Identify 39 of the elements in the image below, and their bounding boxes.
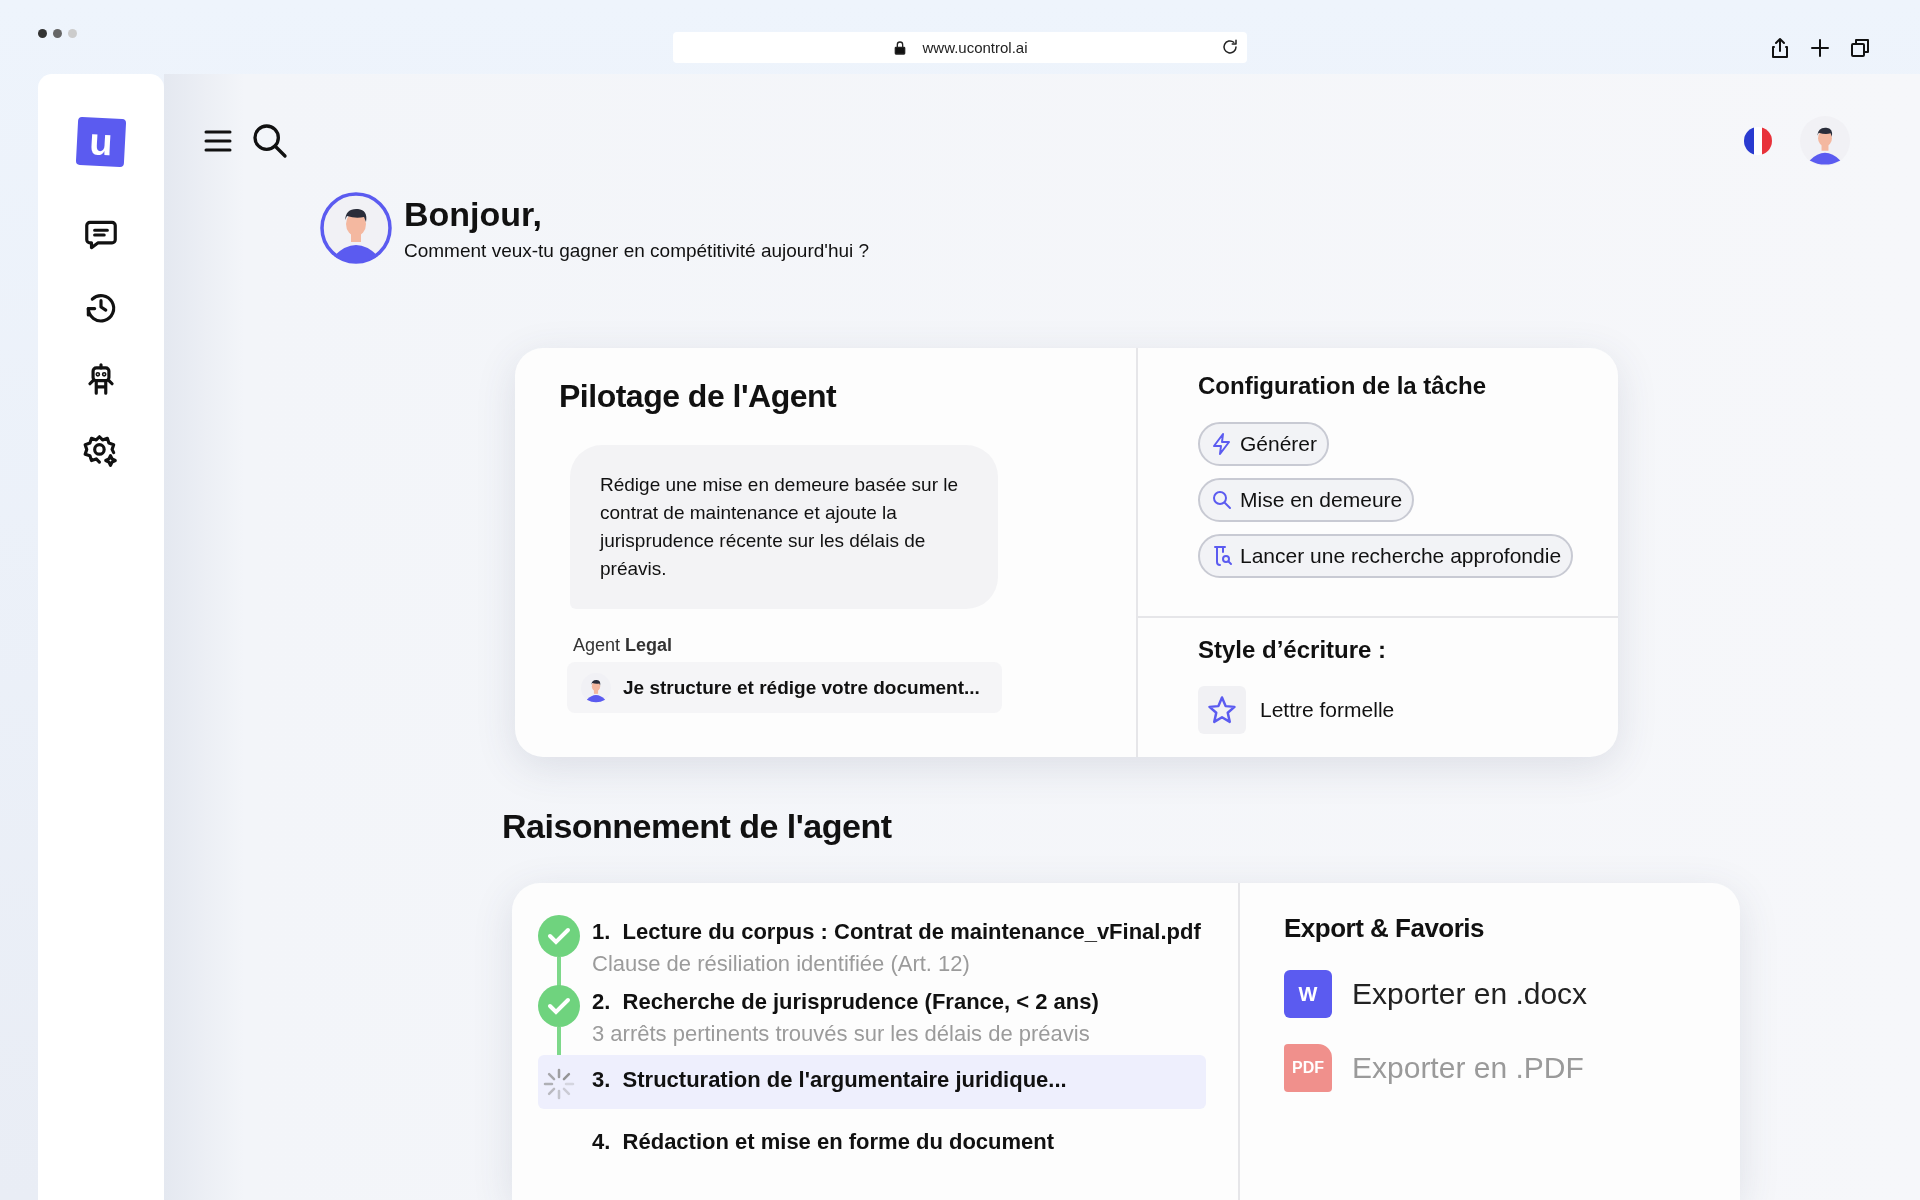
address-bar[interactable]: www.ucontrol.ai — [673, 32, 1247, 63]
greeting-subtitle: Comment veux-tu gagner en compétitivité aujourd'hui ? — [404, 239, 870, 262]
window-dot[interactable] — [68, 29, 77, 38]
step-detail: Clause de résiliation identifiée (Art. 12) — [592, 950, 971, 978]
plus-icon[interactable] — [1808, 36, 1832, 60]
prompt-bubble: Rédige une mise en demeure basée sur le contrat de maintenance et ajoute la jurisprudence récente sur les délais de préavis. — [570, 445, 998, 609]
section-title: Export & Favoris — [1284, 913, 1486, 944]
option-chip[interactable]: Générer — [1198, 422, 1330, 466]
settings-icon[interactable] — [82, 432, 120, 470]
section-title: Configuration de la tâche — [1198, 372, 1488, 400]
step-label: 1. Lecture du corpus : Contrat de maintenance_vFinal.pdf — [592, 918, 1202, 946]
avatar — [320, 192, 392, 264]
option-chip[interactable]: Mise en demeure — [1198, 478, 1415, 522]
option-chip[interactable]: Lancer une recherche approfondie — [1198, 534, 1574, 578]
agent-label: Agent Legal — [573, 635, 674, 656]
reload-icon[interactable] — [1221, 38, 1239, 56]
logo[interactable]: u — [75, 116, 127, 168]
word-file-icon[interactable]: W — [1284, 970, 1332, 1018]
card-title: Pilotage de l'Agent — [559, 378, 838, 415]
star-icon-box[interactable] — [1198, 686, 1246, 734]
step-label: 4. Rédaction et mise en forme du document — [592, 1128, 1056, 1156]
tabs-icon[interactable] — [1848, 36, 1872, 60]
step-detail: 3 arrêts pertinents trouvés sur les délais de préavis — [592, 1020, 1091, 1048]
search-icon[interactable] — [250, 121, 290, 161]
star-icon — [1207, 695, 1237, 725]
step-label: 2. Recherche de jurisprudence (France, < 2 ans) — [592, 988, 1100, 1016]
export-link[interactable]: Exporter en .docx — [1352, 977, 1588, 1011]
window-dot[interactable] — [38, 29, 47, 38]
section-heading: Raisonnement de l'agent — [502, 807, 893, 846]
status-text: Je structure et rédige votre document... — [623, 676, 980, 699]
window-dot[interactable] — [53, 29, 62, 38]
step-label: 3. Structuration de l'argumentaire juridique... — [592, 1066, 1068, 1094]
greeting-title: Bonjour, — [404, 194, 543, 234]
french-flag-icon[interactable] — [1744, 127, 1772, 155]
url-text: www.ucontrol.ai — [922, 39, 1028, 56]
search-icon — [1210, 488, 1234, 512]
style-option: Lettre formelle — [1260, 698, 1395, 722]
section-title: Style d’écriture : — [1198, 636, 1388, 664]
avatar — [1800, 116, 1850, 166]
